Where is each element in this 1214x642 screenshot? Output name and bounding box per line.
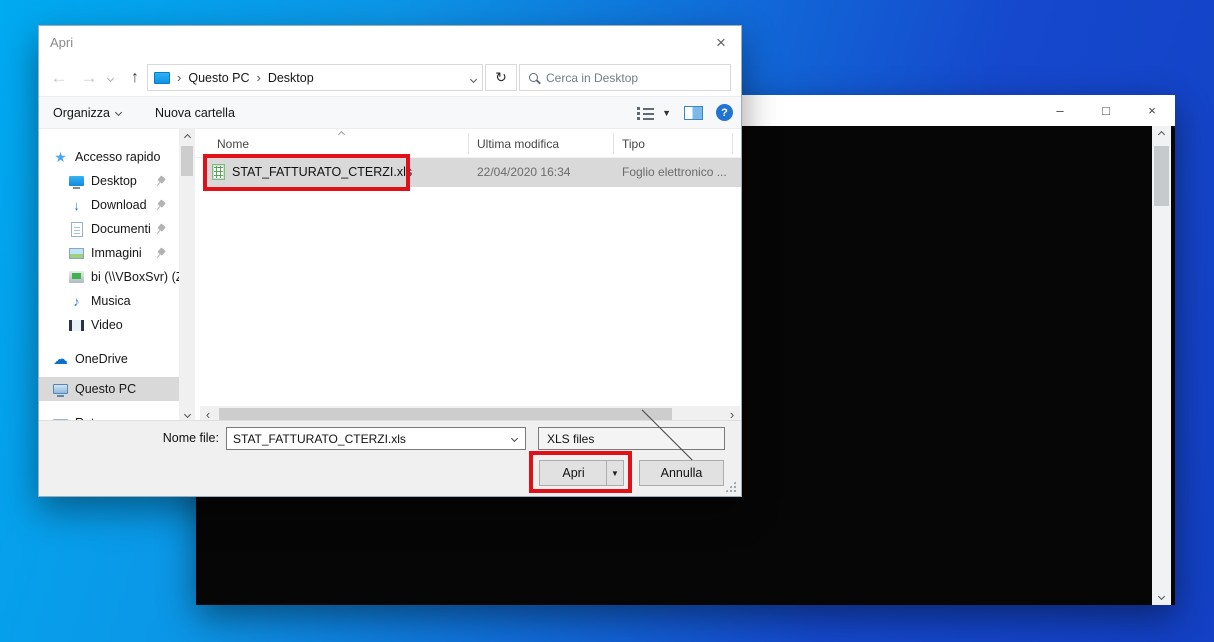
- pin-icon: [153, 174, 168, 189]
- preview-pane-icon[interactable]: [684, 106, 703, 120]
- search-input[interactable]: [546, 71, 721, 85]
- sidebar-item-musica[interactable]: ♪ Musica: [39, 289, 179, 313]
- organize-button[interactable]: Organizza: [45, 97, 129, 128]
- refresh-button[interactable]: ↻: [485, 64, 517, 91]
- sidebar-item-label: Download: [91, 198, 147, 212]
- organize-label: Organizza: [53, 106, 110, 120]
- command-toolbar: Organizza Nuova cartella ▼ ?: [39, 96, 741, 129]
- sidebar-item-video[interactable]: Video: [39, 313, 179, 337]
- cancel-button-label: Annulla: [661, 466, 703, 480]
- sidebar-item-vbox-share[interactable]: bi (\\VBoxSvr) (Z: [39, 265, 179, 289]
- this-pc-icon: [52, 384, 69, 394]
- column-divider[interactable]: [732, 133, 733, 154]
- breadcrumb-separator-icon: ›: [256, 70, 260, 85]
- sidebar-item-onedrive[interactable]: ☁ OneDrive: [39, 347, 179, 371]
- dialog-title: Apri: [50, 35, 73, 50]
- scroll-up-icon[interactable]: [1152, 126, 1171, 143]
- view-options-caret-icon[interactable]: ▼: [662, 108, 671, 118]
- help-icon[interactable]: ?: [716, 104, 733, 121]
- filetype-dropdown[interactable]: XLS files: [538, 427, 725, 450]
- sidebar-item-label: Immagini: [91, 246, 142, 260]
- filename-label: Nome file:: [149, 431, 219, 445]
- navigation-bar: ← → ↑ › Questo PC › Desktop ↻: [39, 59, 741, 96]
- chevron-down-icon[interactable]: [511, 435, 518, 442]
- file-modified-cell: 22/04/2020 16:34: [477, 165, 570, 179]
- sidebar-item-documenti[interactable]: Documenti: [39, 217, 179, 241]
- sidebar-item-label: Video: [91, 318, 123, 332]
- address-dropdown-chevron-icon[interactable]: [471, 71, 476, 85]
- up-button[interactable]: ↑: [123, 66, 147, 90]
- image-icon: [68, 248, 85, 259]
- file-type-cell: Foglio elettronico ...: [622, 165, 727, 179]
- breadcrumb[interactable]: › Questo PC › Desktop: [147, 64, 483, 91]
- filename-input[interactable]: [233, 432, 506, 446]
- forward-button[interactable]: →: [77, 66, 101, 90]
- new-folder-button[interactable]: Nuova cartella: [147, 97, 243, 128]
- quick-access-star-icon: ★: [52, 149, 69, 166]
- column-header-modified[interactable]: Ultima modifica: [477, 137, 559, 151]
- desktop-icon: [68, 176, 85, 186]
- video-icon: [68, 320, 85, 331]
- pin-icon: [153, 198, 168, 213]
- network-drive-icon: [68, 271, 85, 283]
- document-icon: [68, 222, 85, 237]
- sidebar-item-immagini[interactable]: Immagini: [39, 241, 179, 265]
- annotation-highlight-open-button: [529, 451, 632, 493]
- sidebar-item-desktop[interactable]: Desktop: [39, 169, 179, 193]
- resize-grip[interactable]: [725, 481, 736, 492]
- search-box[interactable]: [519, 64, 731, 91]
- sidebar-item-questo-pc[interactable]: Questo PC: [39, 377, 179, 401]
- breadcrumb-separator-icon: ›: [177, 70, 181, 85]
- sidebar-item-label: Desktop: [91, 174, 137, 188]
- onedrive-cloud-icon: ☁: [52, 350, 69, 368]
- details-view-icon[interactable]: [637, 106, 655, 119]
- column-divider[interactable]: [468, 133, 469, 154]
- breadcrumb-item-questo-pc[interactable]: Questo PC: [188, 71, 249, 85]
- back-button[interactable]: ←: [47, 66, 71, 90]
- sidebar-item-label: Musica: [91, 294, 131, 308]
- desktop-background: – □ × Apri × ← → ↑ › Questo PC › Desktop: [0, 0, 1214, 642]
- navigation-sidebar: ★ Accesso rapido Desktop ↓ Download Docu…: [39, 129, 179, 422]
- pin-icon: [153, 222, 168, 237]
- sidebar-item-quick-access[interactable]: ★ Accesso rapido: [39, 145, 179, 169]
- sidebar-item-label: Accesso rapido: [75, 150, 160, 164]
- sidebar-item-download[interactable]: ↓ Download: [39, 193, 179, 217]
- maximize-button[interactable]: □: [1083, 95, 1129, 126]
- scroll-down-icon[interactable]: [1152, 588, 1171, 605]
- filetype-value: XLS files: [547, 432, 631, 446]
- download-icon: ↓: [68, 198, 85, 213]
- sidebar-item-label: bi (\\VBoxSvr) (Z: [91, 270, 179, 284]
- search-icon: [529, 73, 538, 82]
- column-header-name[interactable]: Nome: [217, 137, 249, 151]
- new-folder-label: Nuova cartella: [155, 106, 235, 120]
- sidebar-item-label: OneDrive: [75, 352, 128, 366]
- open-file-dialog: Apri × ← → ↑ › Questo PC › Desktop ↻: [38, 25, 742, 497]
- column-divider[interactable]: [613, 133, 614, 154]
- sort-ascending-icon: [338, 131, 345, 138]
- dialog-footer: Nome file: XLS files Apri ▼ Annulla: [39, 420, 741, 496]
- breadcrumb-item-desktop[interactable]: Desktop: [268, 71, 314, 85]
- music-icon: ♪: [68, 294, 85, 309]
- scrollbar-thumb[interactable]: [219, 408, 672, 420]
- filename-combobox[interactable]: [226, 427, 526, 450]
- chevron-down-icon: [115, 109, 122, 116]
- sidebar-item-label: Questo PC: [75, 382, 136, 396]
- cancel-button[interactable]: Annulla: [639, 460, 724, 486]
- dialog-close-button[interactable]: ×: [707, 31, 735, 55]
- annotation-highlight-file: [203, 154, 410, 191]
- computer-icon: [154, 72, 170, 84]
- minimize-button[interactable]: –: [1037, 95, 1083, 126]
- pin-icon: [153, 246, 168, 261]
- scrollbar-thumb[interactable]: [1154, 146, 1169, 206]
- dialog-titlebar[interactable]: Apri ×: [39, 26, 741, 59]
- recent-locations-chevron-icon[interactable]: [103, 66, 117, 90]
- app-window-vertical-scrollbar[interactable]: [1152, 126, 1171, 605]
- scrollbar-thumb[interactable]: [181, 146, 193, 176]
- close-button[interactable]: ×: [1129, 95, 1175, 126]
- sidebar-scrollbar[interactable]: [179, 129, 195, 422]
- column-header-type[interactable]: Tipo: [622, 137, 645, 151]
- scroll-up-icon[interactable]: [179, 129, 195, 145]
- sidebar-item-label: Documenti: [91, 222, 151, 236]
